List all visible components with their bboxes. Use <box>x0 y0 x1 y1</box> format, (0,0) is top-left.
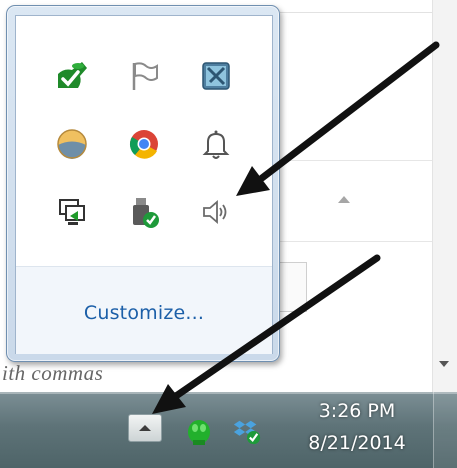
clock-date[interactable]: 8/21/2014 <box>292 432 422 454</box>
chrome-icon[interactable] <box>122 122 166 166</box>
vertical-scrollbar[interactable] <box>432 0 457 392</box>
notification-bell-icon[interactable] <box>194 122 238 166</box>
chevron-up-icon <box>139 425 151 431</box>
show-desktop-button[interactable] <box>433 392 457 468</box>
hidden-icons-grid <box>16 16 272 266</box>
background-input-box <box>280 262 307 312</box>
show-hidden-icons-button[interactable] <box>128 414 162 442</box>
background-text: ith commas <box>2 361 104 385</box>
scroll-down-arrow-icon[interactable] <box>439 361 449 367</box>
dropbox-sync-icon[interactable] <box>232 416 262 446</box>
customize-footer: Customize... <box>16 266 272 354</box>
notification-overflow-popup: Customize... <box>6 5 280 362</box>
safely-remove-hardware-icon[interactable] <box>122 190 166 234</box>
round-app-icon[interactable] <box>50 122 94 166</box>
display-switch-icon[interactable] <box>50 190 94 234</box>
clock-time[interactable]: 3:26 PM <box>292 400 422 422</box>
background-panel <box>280 160 441 242</box>
taskbar: 3:26 PM 8/21/2014 <box>0 392 457 468</box>
background-divider <box>280 0 440 13</box>
green-tray-app-icon[interactable] <box>184 416 214 446</box>
green-app-icon[interactable] <box>50 54 94 98</box>
background-collapse-arrow-icon[interactable] <box>338 196 350 203</box>
action-center-flag-icon[interactable] <box>122 54 166 98</box>
blue-square-app-icon[interactable] <box>194 54 238 98</box>
popup-content: Customize... <box>15 15 273 354</box>
customize-link[interactable]: Customize... <box>16 302 272 324</box>
volume-speaker-icon[interactable] <box>194 190 238 234</box>
